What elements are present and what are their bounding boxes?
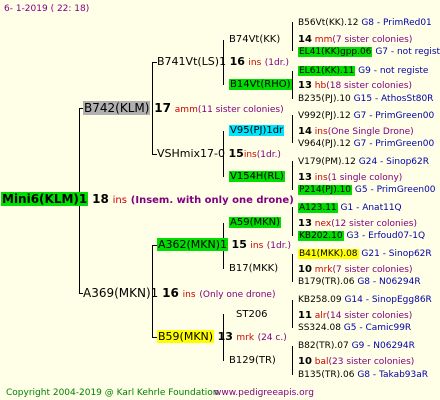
root-ins: ins [112, 195, 127, 206]
gen3-detail: 13 hb(18 sister colonies) [298, 80, 412, 91]
connector-line [292, 71, 293, 99]
root-num: 18 [92, 192, 109, 206]
gen1-ins: ins [182, 290, 196, 300]
gen2-name: B741Vt(LS)1 [157, 55, 227, 68]
gen2-name: VSHmix17-0 [157, 147, 226, 160]
gen4-node[interactable]: A123.11 G1 - Anat11Q [298, 202, 402, 214]
gen4-node[interactable]: B56Vt(KK).12 G8 - PrimRed01 [298, 17, 432, 29]
gen2-ins: ins [250, 241, 264, 251]
gen4-node[interactable]: P214(PJ).10 G5 - PrimGreen00 [298, 184, 436, 196]
gen3-detail: 13 nex(12 sister colonies) [298, 218, 417, 229]
gen3-detail: 10 bal(23 sister colonies) [298, 356, 415, 367]
gen1-note: (Only one drone) [199, 290, 276, 300]
connector-line [292, 300, 293, 328]
root-node[interactable]: Mini6(KLM)1 18 ins (Insem. with only one… [1, 192, 294, 207]
gen4-node[interactable]: V964(PJ).12 G7 - PrimGreen00 [298, 138, 434, 150]
gen2-node[interactable]: B59(MKN) 13 mrk (24 c.) [157, 330, 287, 344]
gen2-node[interactable]: VSHmix17-0 15ins(1dr.) [157, 148, 281, 161]
gen2-name: A362(MKN)1 [157, 238, 229, 251]
gen3-name: A59(MKN) [229, 217, 282, 228]
gen3-node[interactable]: A59(MKN) [229, 217, 282, 229]
gen2-num: 16 [229, 55, 245, 68]
copyright: Copyright 2004-2019 @ Karl Kehrle Founda… [6, 388, 219, 398]
gen1-name: A369(MKN)1 [83, 286, 159, 300]
gen1-node[interactable]: A369(MKN)1 16 ins (Only one drone) [83, 287, 275, 301]
gen3-detail: 14 ins(One Single Drone) [298, 126, 414, 137]
gen4-node[interactable]: V992(PJ).12 G7 - PrimGreen00 [298, 110, 434, 122]
gen3-node[interactable]: V95(PJ)1dr [229, 125, 285, 137]
connector-line [292, 161, 293, 190]
gen2-note: (1dr.) [256, 150, 281, 160]
gen1-name: B742(KLM) [83, 101, 151, 115]
pedigree-diagram: 6- 1-2019 ( 22: 18) Copyright 2004-2019 … [0, 0, 440, 400]
gen3-detail: 13 ins(1 single colony) [298, 172, 403, 183]
gen4-node[interactable]: B82(TR).07 G9 - N06294R [298, 340, 415, 352]
gen1-num: 16 [162, 286, 179, 300]
gen3-name: ST206 [236, 309, 268, 320]
gen2-ins: mrk [236, 333, 255, 343]
gen3-node[interactable]: B74Vt(KK) [229, 34, 280, 46]
gen3-name: B129(TR) [229, 355, 276, 366]
site-link[interactable]: www.pedigreeapis.org [214, 387, 314, 399]
gen3-detail: 10 mrk(7 sister colonies) [298, 264, 413, 275]
gen4-node[interactable]: V179(PM).12 G24 - Sinop62R [298, 156, 429, 168]
gen4-node[interactable]: SS324.08 G5 - Camic99R [298, 322, 411, 334]
gen2-ins: ins [243, 150, 257, 160]
gen1-num: 17 [154, 101, 171, 115]
gen3-name: B14Vt(RHO) [229, 79, 292, 90]
gen4-node[interactable]: KB202.10 G3 - Erfoud07-1Q [298, 230, 425, 242]
gen2-num: 13 [217, 330, 233, 343]
gen3-name: V154H(RL) [229, 171, 285, 182]
gen2-ins: ins [248, 58, 262, 68]
gen2-note: (1dr.) [266, 241, 291, 251]
gen3-node[interactable]: B129(TR) [229, 355, 276, 367]
gen4-node[interactable]: KB258.09 G14 - SinopEgg86R [298, 294, 432, 306]
connector-line [292, 346, 293, 375]
gen3-name: B17(MKK) [229, 263, 279, 274]
connector-line [292, 115, 293, 143]
gen3-node[interactable]: V154H(RL) [229, 171, 285, 183]
connector-line [292, 254, 293, 282]
gen2-note: (24 c.) [257, 333, 287, 343]
gen3-detail: 11 alr(14 sister colonies) [298, 310, 413, 321]
gen3-node[interactable]: ST206 [236, 309, 268, 321]
gen4-node[interactable]: EL61(KK).11 G9 - not registe [298, 65, 428, 77]
connector-line [292, 22, 293, 51]
gen4-node[interactable]: B235(PJ).10 G15 - AthosSt80R [298, 93, 433, 105]
gen1-node[interactable]: B742(KLM) 17 amm(11 sister colonies) [83, 101, 284, 116]
gen3-node[interactable]: B14Vt(RHO) [229, 79, 292, 91]
gen1-ins: amm [174, 105, 198, 115]
gen3-node[interactable]: B17(MKK) [229, 263, 278, 275]
gen2-num: 15 [228, 147, 244, 160]
gen4-node[interactable]: B41(MKK).08 G21 - Sinop62R [298, 248, 432, 260]
gen4-node[interactable]: B135(TR).06 G8 - Takab93aR [298, 369, 428, 381]
gen2-node[interactable]: B741Vt(LS)1 16 ins (1dr.) [157, 56, 289, 69]
gen2-note: (1dr.) [264, 58, 289, 68]
gen2-name: B59(MKN) [157, 330, 215, 343]
connector-line [292, 207, 293, 236]
root-note: (Insem. with only one drone) [130, 195, 294, 206]
gen4-node[interactable]: B179(TR).06 G8 - N06294R [298, 276, 421, 288]
gen3-name: B74Vt(KK) [229, 34, 281, 45]
gen1-note: (11 sister colonies) [197, 105, 284, 115]
root-name: Mini6(KLM)1 [1, 192, 89, 206]
gen2-node[interactable]: A362(MKN)1 15 ins (1dr.) [157, 238, 291, 252]
gen2-num: 15 [231, 238, 247, 251]
date-stamp: 6- 1-2019 ( 22: 18) [4, 4, 90, 14]
gen3-name: V95(PJ)1dr [229, 125, 285, 136]
gen4-node[interactable]: EL41(KK)gpp.06 G7 - not registe [298, 46, 440, 58]
gen3-detail: 14 mm(7 sister colonies) [298, 34, 413, 45]
